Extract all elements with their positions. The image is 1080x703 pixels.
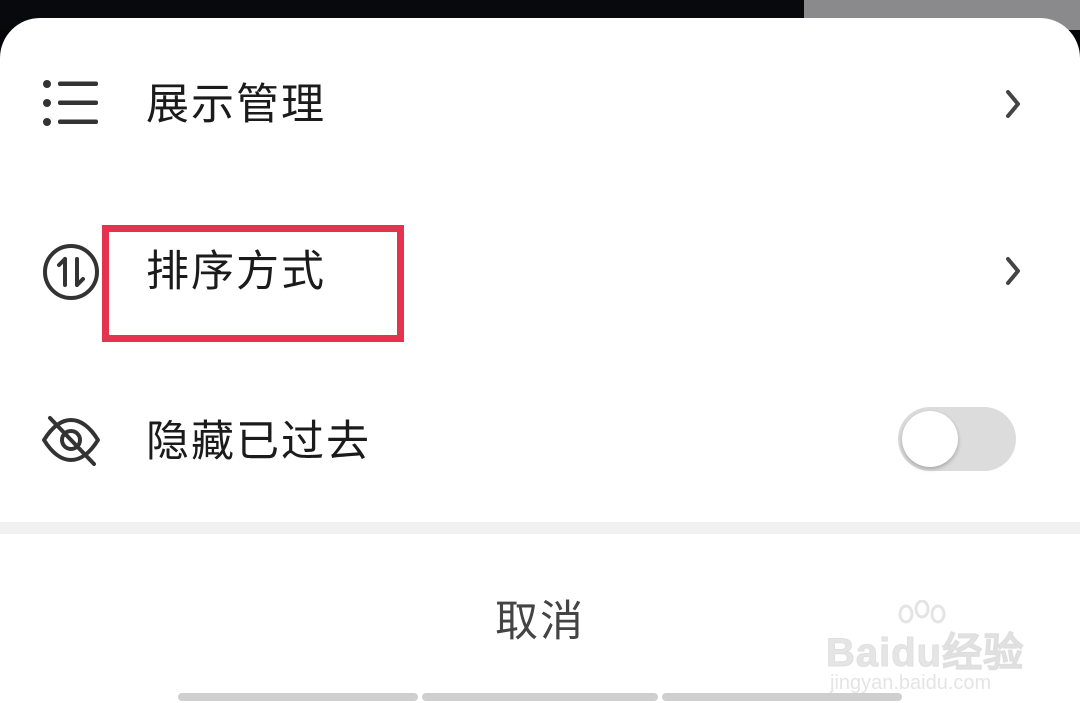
toggle-knob <box>902 411 958 467</box>
eye-off-icon <box>40 409 102 471</box>
bottom-sheet: 展示管理 排序方式 隐藏已过去 取消 Baidu经验 jingyan.baidu… <box>0 18 1080 703</box>
home-indicator-segment <box>422 693 658 701</box>
sort-icon <box>40 241 102 303</box>
watermark-url: jingyan.baidu.com <box>830 672 992 694</box>
menu-item-label: 排序方式 <box>146 247 326 297</box>
watermark-brand: Baidu经验 <box>825 631 1025 676</box>
list-icon <box>40 72 102 134</box>
menu-item-label: 隐藏已过去 <box>146 417 371 467</box>
hide-past-toggle[interactable] <box>898 407 1016 471</box>
home-indicator-segment <box>178 693 418 701</box>
baidu-watermark: Baidu经验 jingyan.baidu.com <box>825 600 1046 700</box>
chevron-right-icon <box>1006 90 1020 118</box>
menu-item-sort-order[interactable]: 排序方式 <box>0 215 1080 325</box>
chevron-right-icon <box>1006 257 1020 285</box>
menu-item-label: 展示管理 <box>146 80 326 130</box>
home-indicator-segment <box>662 693 902 701</box>
section-divider <box>0 522 1080 534</box>
menu-item-display-management[interactable]: 展示管理 <box>0 48 1080 158</box>
